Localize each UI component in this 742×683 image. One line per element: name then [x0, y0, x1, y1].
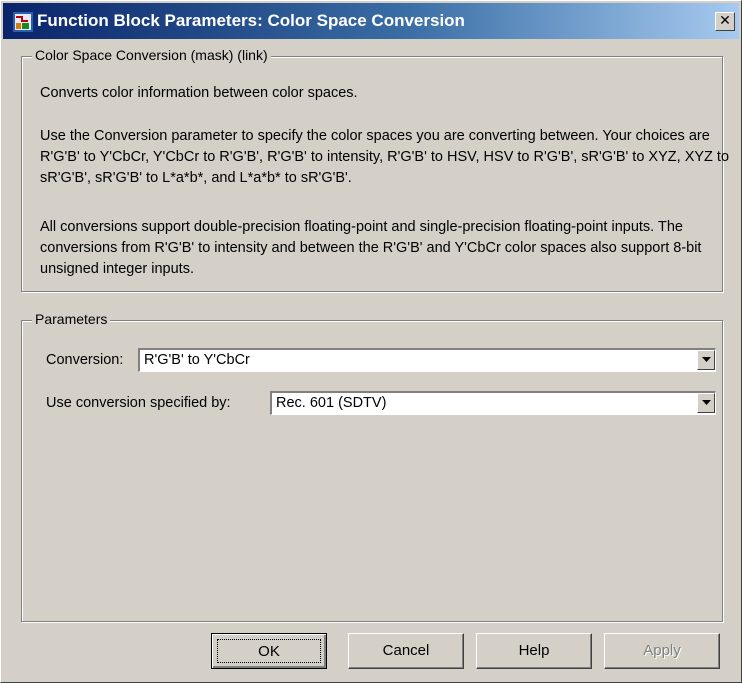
description-summary: Converts color information between color…	[40, 85, 358, 101]
dialog-window: Function Block Parameters: Color Space C…	[0, 0, 742, 683]
apply-label: Apply	[643, 642, 681, 659]
help-label: Help	[518, 642, 550, 659]
chevron-down-icon[interactable]	[697, 393, 715, 413]
window-title: Function Block Parameters: Color Space C…	[37, 11, 465, 30]
parameters-group: Parameters Conversion: R'G'B' to Y'CbCr …	[21, 311, 723, 622]
title-bar[interactable]: Function Block Parameters: Color Space C…	[3, 3, 739, 39]
cancel-label: Cancel	[382, 642, 430, 659]
parameters-group-legend: Parameters	[32, 311, 111, 327]
chevron-down-icon[interactable]	[697, 350, 715, 370]
specified-by-label: Use conversion specified by:	[46, 395, 231, 411]
simulink-block-icon	[13, 12, 33, 32]
conversion-value: R'G'B' to Y'CbCr	[144, 352, 250, 368]
description-supported-inputs: All conversions support double-precision…	[40, 219, 702, 277]
mask-description-group: Color Space Conversion (mask) (link) Con…	[21, 47, 729, 292]
ok-button[interactable]: OK	[211, 633, 327, 669]
apply-button[interactable]: Apply	[604, 633, 720, 669]
mask-group-legend: Color Space Conversion (mask) (link)	[32, 47, 271, 63]
close-icon[interactable]: ✕	[715, 12, 735, 31]
conversion-label: Conversion:	[46, 352, 124, 368]
specified-by-dropdown[interactable]: Rec. 601 (SDTV)	[270, 391, 716, 415]
conversion-dropdown[interactable]: R'G'B' to Y'CbCr	[138, 348, 716, 372]
cancel-button[interactable]: Cancel	[348, 633, 464, 669]
ok-label: OK	[217, 639, 321, 663]
description-conversion-choices: Use the Conversion parameter to specify …	[40, 128, 730, 186]
help-button[interactable]: Help	[476, 633, 592, 669]
specified-by-value: Rec. 601 (SDTV)	[276, 395, 387, 411]
